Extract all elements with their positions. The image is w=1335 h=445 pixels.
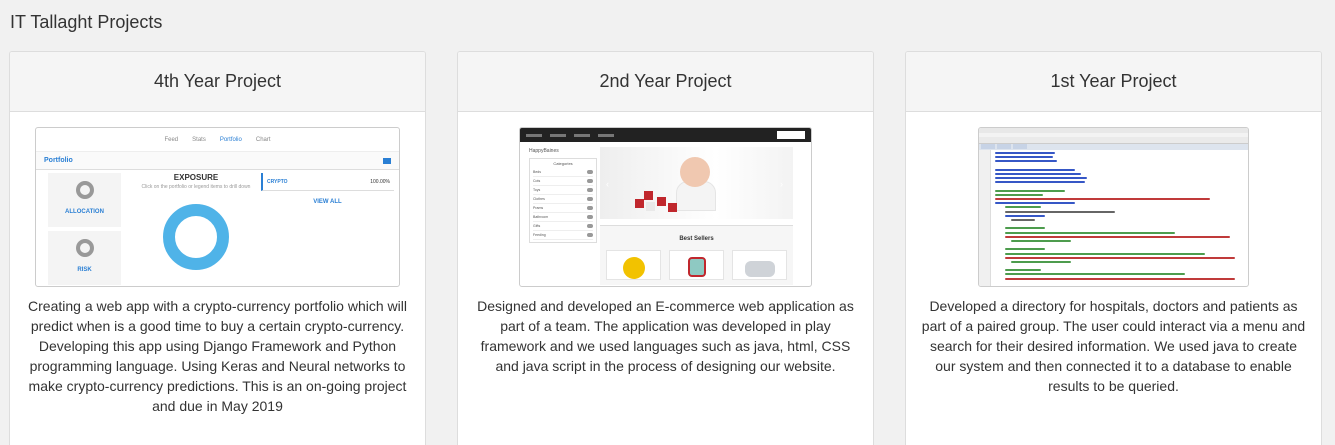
nav-feed: Feed — [164, 136, 179, 143]
product-card — [606, 250, 661, 280]
project-card-4th-year: 4th Year Project Feed Stats Portfolio Ch… — [9, 51, 426, 445]
nav-chart: Chart — [255, 136, 271, 143]
allocation-label: ALLOCATION — [65, 209, 104, 215]
editor-gutter — [979, 150, 991, 286]
chevron-left-icon: ‹ — [606, 179, 609, 189]
risk-tile: RISK — [48, 231, 121, 285]
project-screenshot-ecommerce: HappyBaines Categories Beds Cots Toys Cl… — [519, 127, 812, 287]
project-card-title: 2nd Year Project — [458, 52, 873, 112]
portfolio-bar: Portfolio — [36, 152, 399, 170]
project-description: Creating a web app with a crypto-currenc… — [28, 298, 407, 414]
project-cards: 4th Year Project Feed Stats Portfolio Ch… — [9, 51, 1322, 445]
donut-chart — [163, 204, 229, 270]
project-card-2nd-year: 2nd Year Project HappyBaines Categories … — [457, 51, 874, 445]
coin-label: CRYPTO — [267, 178, 288, 185]
project-card-title: 4th Year Project — [10, 52, 425, 112]
best-sellers-title: Best Sellers — [679, 236, 714, 242]
risk-label: RISK — [77, 267, 92, 273]
nav-portfolio: Portfolio — [219, 136, 242, 143]
editor-tabs — [979, 144, 1248, 150]
project-card-title: 1st Year Project — [906, 52, 1321, 112]
category-item: Cots — [533, 177, 593, 186]
ring-icon — [75, 181, 94, 199]
hamburger-icon — [383, 157, 391, 164]
category-item: Clothes — [533, 195, 593, 204]
nav-stats: Stats — [192, 136, 206, 143]
editor-toolbar — [979, 137, 1248, 144]
allocation-tile: ALLOCATION — [48, 173, 121, 227]
baby-photo — [680, 157, 710, 187]
page-title: IT Tallaght Projects — [10, 12, 163, 32]
product-card — [732, 250, 787, 280]
product-card — [669, 250, 724, 280]
coin-percent: 100.00% — [370, 178, 390, 185]
screenshot-navbar — [520, 128, 811, 142]
categories-caption: Categories — [553, 161, 573, 166]
chevron-right-icon: › — [780, 179, 783, 189]
code-lines — [995, 152, 1245, 282]
portfolio-label: Portfolio — [44, 157, 73, 164]
view-all-link: VIEW ALL — [313, 199, 342, 205]
carousel-hero: ‹ › — [600, 147, 793, 219]
ring-icon — [75, 239, 94, 257]
best-sellers-section: Best Sellers — [600, 225, 793, 285]
category-item: Beds — [533, 168, 593, 177]
project-screenshot-crypto: Feed Stats Portfolio Chart Portfolio ALL… — [35, 127, 400, 287]
project-card-1st-year: 1st Year Project Developed a directory f… — [905, 51, 1322, 445]
project-description: Designed and developed an E-commerce web… — [477, 298, 854, 374]
exposure-hint: Click on the portfolio or legend items t… — [141, 184, 251, 190]
category-item: Toys — [533, 186, 593, 195]
coin-row: CRYPTO 100.00% — [261, 173, 394, 191]
exposure-title: EXPOSURE — [173, 173, 219, 182]
category-item: Bathroom — [533, 213, 593, 222]
screenshot-nav: Feed Stats Portfolio Chart — [36, 128, 399, 152]
project-screenshot-code-editor — [978, 127, 1249, 287]
project-description: Developed a directory for hospitals, doc… — [921, 298, 1306, 394]
category-item: Prams — [533, 204, 593, 213]
navbar-button — [777, 131, 805, 139]
store-brand: HappyBaines — [529, 148, 559, 154]
category-item: Gifts — [533, 222, 593, 231]
category-item: Feeding — [533, 231, 593, 240]
categories-box: Categories Beds Cots Toys Clothes Prams … — [529, 158, 597, 243]
